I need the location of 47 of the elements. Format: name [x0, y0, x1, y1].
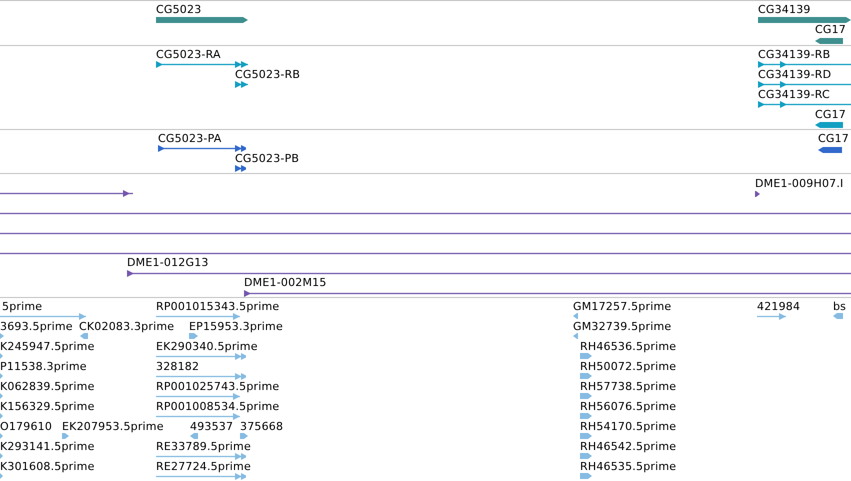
feature-label: CG17: [815, 23, 846, 36]
feature-label: GM32739.5prime: [573, 320, 672, 333]
feature-label: CG34139-RD: [758, 68, 832, 81]
feature-label: RH54170.5prime: [580, 420, 676, 433]
feature-label: RP001025743.5prime: [156, 380, 280, 393]
feature-label: CG5023: [156, 3, 202, 16]
feature-label: K245947.5prime: [0, 340, 95, 353]
feature-label: EK207953.5prime: [62, 420, 164, 433]
feature-label: CG34139-RB: [758, 48, 830, 61]
feature-label: RH46536.5prime: [580, 340, 676, 353]
feature-label: EK290340.5prime: [156, 340, 258, 353]
feature-label: GM17257.5prime: [573, 300, 672, 313]
feature-label: DME1-012G13: [127, 256, 209, 269]
feature-label: RE33789.5prime: [156, 440, 251, 453]
feature-label: 3693.5prime: [0, 320, 73, 333]
feature-label: CG17: [818, 132, 850, 145]
feature-label: CG17: [815, 108, 846, 121]
feature-label: 5prime: [2, 300, 42, 313]
feature-label: RH56076.5prime: [580, 400, 676, 413]
feature-label: 421984: [757, 300, 800, 313]
feature-label: CK02083.3prime: [79, 320, 174, 333]
feature-label: 375668: [240, 420, 284, 433]
feature-label: K156329.5prime: [0, 400, 95, 413]
feature-label: CG34139-RC: [758, 88, 830, 101]
feature-label: K293141.5prime: [0, 440, 95, 453]
feature-label: CG5023-RA: [156, 48, 221, 61]
feature-label: 493537: [190, 420, 234, 433]
feature-label: RP001008534.5prime: [156, 400, 280, 413]
feature-label: bs: [833, 300, 846, 313]
feature-label: O179610: [0, 420, 52, 433]
feature-label: RH46535.5prime: [580, 460, 676, 473]
feature-label: K301608.5prime: [0, 460, 95, 473]
feature-label: RH50072.5prime: [580, 360, 676, 373]
feature-label: RH46542.5prime: [580, 440, 676, 453]
feature-label: DME1-009H07.I: [755, 177, 844, 190]
feature-label: CG5023-RB: [235, 68, 300, 81]
feature-label: RE27724.5prime: [156, 460, 251, 473]
feature-label: CG34139: [758, 3, 811, 16]
feature-label: RH57738.5prime: [580, 380, 676, 393]
feature-label: DME1-002M15: [244, 276, 327, 289]
feature-label: CG5023-PB: [235, 152, 300, 165]
feature-label: EP15953.3prime: [189, 320, 283, 333]
feature-label: CG5023-PA: [158, 132, 222, 145]
feature-label: K062839.5prime: [0, 380, 95, 393]
feature-label: P11538.3prime: [0, 360, 87, 373]
feature-label: 328182: [156, 360, 200, 373]
feature-label: RP001015343.5prime: [156, 300, 280, 313]
